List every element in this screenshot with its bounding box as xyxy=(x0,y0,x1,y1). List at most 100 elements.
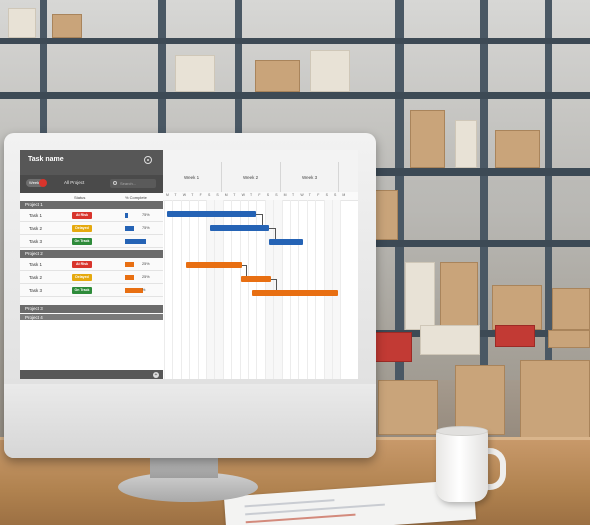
task-name: Task 2 xyxy=(29,226,43,231)
shelf-box xyxy=(492,285,542,330)
rack-upright xyxy=(480,0,488,420)
empty-task-area xyxy=(20,320,163,370)
task-row[interactable]: Task 1 At Risk 25% xyxy=(20,258,163,271)
shelf-box xyxy=(8,8,36,38)
gantt-bar-project1-task2[interactable] xyxy=(210,225,269,231)
task-name: Task 1 xyxy=(29,262,43,267)
day-label: T xyxy=(308,193,311,197)
progress-percent: % xyxy=(142,288,146,292)
shelf-box xyxy=(552,288,590,330)
day-label: M xyxy=(342,193,346,197)
task-row[interactable]: Task 2 Delayed 25% xyxy=(20,271,163,284)
day-label: T xyxy=(191,193,194,197)
rack-beam xyxy=(0,38,590,44)
complete-column-header: % Complete xyxy=(125,195,147,200)
task-name: Task 3 xyxy=(29,288,43,293)
coffee-mug xyxy=(436,430,488,502)
status-badge: On Track xyxy=(72,287,92,294)
task-name: Task 1 xyxy=(29,213,43,218)
rack-beam xyxy=(360,240,590,247)
gantt-bar-project1-task3[interactable] xyxy=(269,239,303,245)
task-row[interactable]: Task 2 Delayed 75% xyxy=(20,222,163,235)
shelf-box xyxy=(52,14,82,38)
gantt-grid-line xyxy=(206,200,207,379)
add-icon[interactable]: + xyxy=(153,371,159,378)
gantt-bar-project2-task3[interactable] xyxy=(252,290,338,296)
settings-icon[interactable] xyxy=(144,156,152,164)
shelf-box xyxy=(520,360,590,438)
gantt-grid-line xyxy=(197,200,199,379)
progress-percent: 75% xyxy=(142,226,150,230)
progress-bar xyxy=(125,275,134,280)
week-separator xyxy=(221,162,222,192)
status-badge: On Track xyxy=(72,238,92,245)
gantt-bar-project1-task1[interactable] xyxy=(167,211,256,217)
day-label: S xyxy=(325,193,328,197)
gantt-grid-line xyxy=(172,200,174,379)
day-label: S xyxy=(334,193,337,197)
task-row[interactable]: Task 3 On Track xyxy=(20,235,163,248)
shelf-box xyxy=(495,130,540,168)
day-label: F xyxy=(258,193,261,197)
task-name: Task 2 xyxy=(29,275,43,280)
gantt-grid-line xyxy=(180,200,182,379)
gantt-grid-line xyxy=(189,200,191,379)
week-separator xyxy=(338,162,339,192)
day-label: F xyxy=(317,193,320,197)
day-label: W xyxy=(241,193,245,197)
project-group-row[interactable]: Project 2 xyxy=(20,250,163,258)
project-name: Project 2 xyxy=(25,251,43,256)
day-label: S xyxy=(208,193,211,197)
shelf-box xyxy=(372,332,412,362)
progress-bar xyxy=(125,262,134,267)
project-filter-dropdown[interactable]: All Project xyxy=(64,180,84,185)
gantt-grid-line xyxy=(340,200,342,379)
task-row[interactable]: Task 1 At Risk 75% xyxy=(20,209,163,222)
gantt-bar-project2-task2[interactable] xyxy=(241,276,271,282)
day-label: S xyxy=(216,193,219,197)
shelf-box xyxy=(410,110,445,168)
search-placeholder: Search... xyxy=(120,181,137,186)
gantt-chart: Week 1 Week 2 Week 3 MTWTFSSMTWTFSSMTWTF… xyxy=(163,150,358,379)
shelf-box xyxy=(405,262,435,330)
gantt-bar-project2-task1[interactable] xyxy=(186,262,242,268)
rack-upright xyxy=(158,0,166,140)
day-label: F xyxy=(199,193,202,197)
day-label: M xyxy=(166,193,169,197)
project-name: Project 3 xyxy=(25,306,43,311)
progress-bar xyxy=(125,226,134,231)
task-row[interactable]: Task 3 On Track % xyxy=(20,284,163,297)
rack-upright xyxy=(40,0,47,150)
project-group-row[interactable]: Project 3 xyxy=(20,305,163,313)
progress-bar xyxy=(125,213,128,218)
monitor-chin xyxy=(4,384,376,458)
rack-upright xyxy=(235,0,242,145)
day-label: T xyxy=(174,193,177,197)
day-label: M xyxy=(224,193,228,197)
task-panel: Task name Week All Project Search... Sta… xyxy=(20,150,163,379)
week-label: Week 2 xyxy=(243,175,259,180)
progress-percent: 75% xyxy=(142,213,150,217)
progress-percent: 25% xyxy=(142,262,150,266)
monitor-screen: Task name Week All Project Search... Sta… xyxy=(20,150,358,379)
search-input[interactable]: Search... xyxy=(110,179,156,188)
shelf-box xyxy=(548,330,590,348)
toggle-indicator xyxy=(39,179,47,187)
task-panel-header: Task name xyxy=(20,150,163,175)
shelf-box xyxy=(310,50,350,92)
monitor-stand-neck xyxy=(150,456,218,478)
day-label: S xyxy=(275,193,278,197)
gantt-grid-line xyxy=(164,200,165,379)
filter-bar: Week All Project Search... xyxy=(20,175,163,193)
progress-bar xyxy=(125,239,146,244)
paper-line xyxy=(244,499,335,508)
day-label: M xyxy=(283,193,287,197)
app-title: Task name xyxy=(28,156,64,163)
project-group-row[interactable]: Project 1 xyxy=(20,201,163,209)
shelf-box xyxy=(255,60,300,92)
progress-percent: 25% xyxy=(142,275,150,279)
rack-upright xyxy=(545,0,552,410)
status-badge: Delayed xyxy=(72,225,92,232)
shelf-box xyxy=(455,365,505,435)
shelf-box xyxy=(378,380,438,435)
